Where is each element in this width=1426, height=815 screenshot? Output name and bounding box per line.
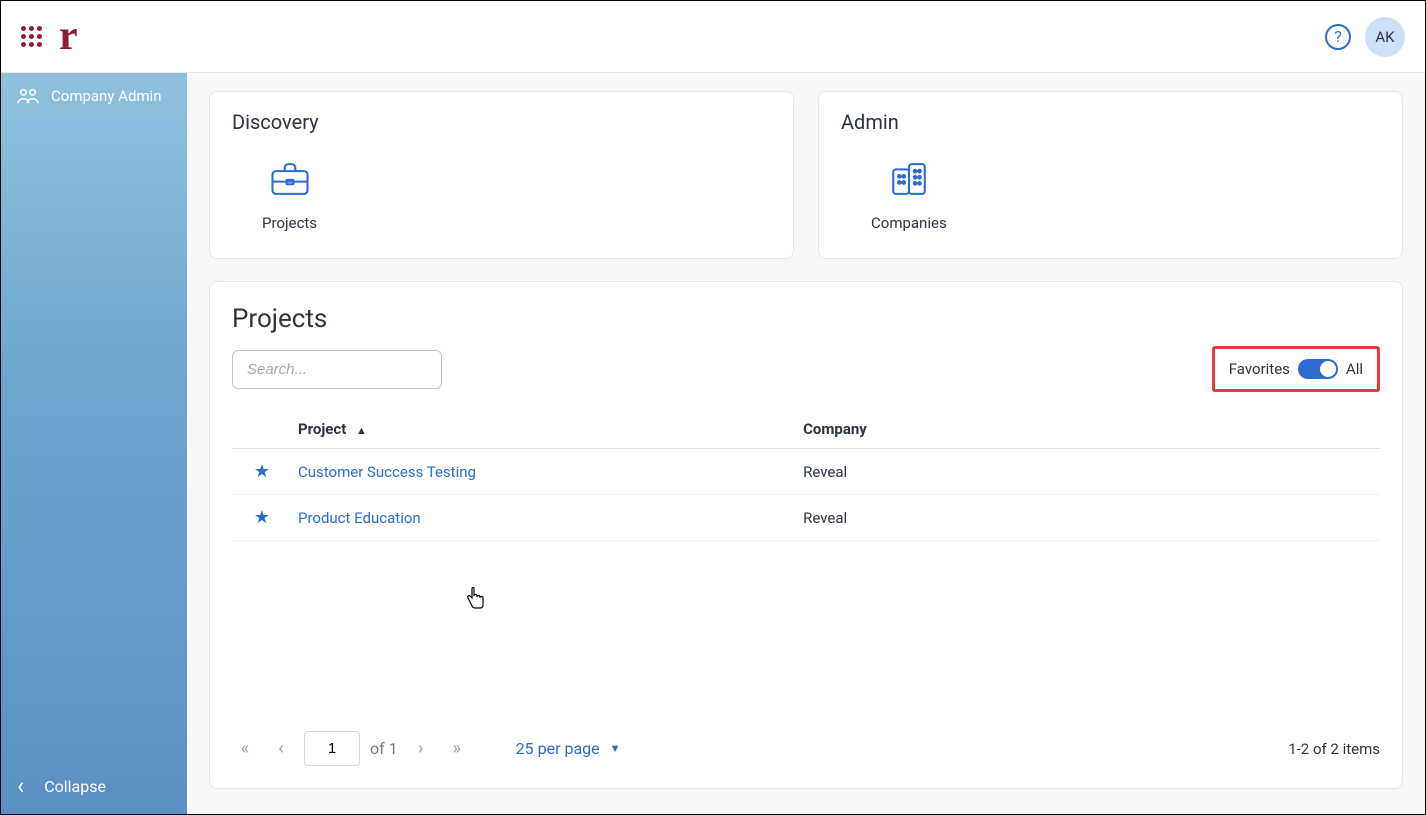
- favorites-all-toggle-highlight: Favorites All: [1212, 346, 1380, 392]
- main-content: Discovery Projects Admin: [187, 73, 1425, 814]
- admin-card: Admin: [818, 91, 1403, 259]
- projects-tile[interactable]: Projects: [246, 152, 333, 240]
- table-row: ★ Product Education Reveal: [232, 495, 1380, 541]
- discovery-card: Discovery Projects: [209, 91, 794, 259]
- projects-card: Projects Favorites All Project ▲: [209, 281, 1403, 789]
- favorites-label: Favorites: [1229, 360, 1290, 378]
- chevron-left-icon: ‹: [17, 774, 24, 798]
- per-page-dropdown[interactable]: 25 per page ▼: [516, 739, 621, 758]
- column-header-project[interactable]: Project ▲: [292, 410, 797, 449]
- items-count-label: 1-2 of 2 items: [1288, 740, 1380, 758]
- favorite-star-icon[interactable]: ★: [254, 507, 270, 528]
- column-header-company[interactable]: Company: [797, 410, 1380, 449]
- page-number-input[interactable]: [304, 731, 360, 766]
- buildings-icon: [888, 160, 930, 198]
- all-label: All: [1346, 360, 1363, 378]
- sort-ascending-icon: ▲: [356, 424, 367, 437]
- help-button[interactable]: ?: [1325, 24, 1351, 50]
- sidebar-item-label: Company Admin: [51, 87, 162, 105]
- cursor-hand-icon: [464, 586, 486, 616]
- companies-tile[interactable]: Companies: [855, 152, 963, 240]
- table-row: ★ Customer Success Testing Reveal: [232, 449, 1380, 495]
- app-launcher-icon[interactable]: [21, 26, 43, 48]
- people-icon: [17, 87, 39, 105]
- project-link[interactable]: Customer Success Testing: [298, 463, 476, 481]
- page-last-button[interactable]: »: [444, 738, 470, 759]
- page-first-button[interactable]: «: [232, 738, 258, 759]
- sidebar-item-company-admin[interactable]: Company Admin: [1, 73, 187, 119]
- company-cell: Reveal: [797, 449, 1380, 495]
- companies-tile-label: Companies: [871, 214, 947, 232]
- collapse-label: Collapse: [44, 777, 106, 796]
- briefcase-icon: [269, 160, 311, 198]
- projects-tile-label: Projects: [262, 214, 317, 232]
- brand-logo[interactable]: r: [59, 24, 78, 49]
- discovery-card-title: Discovery: [232, 110, 771, 134]
- sidebar-collapse-button[interactable]: ‹ Collapse: [1, 758, 187, 814]
- chevron-down-icon: ▼: [610, 742, 621, 755]
- pagination: « ‹ of 1 › » 25 per page ▼ 1-2 of 2 item…: [232, 711, 1380, 766]
- projects-title: Projects: [232, 304, 1380, 334]
- page-prev-button[interactable]: ‹: [268, 738, 294, 759]
- user-avatar[interactable]: AK: [1365, 17, 1405, 57]
- favorites-toggle[interactable]: [1298, 359, 1338, 379]
- favorite-star-icon[interactable]: ★: [254, 461, 270, 482]
- company-cell: Reveal: [797, 495, 1380, 541]
- top-bar: r ? AK: [1, 1, 1425, 73]
- sidebar: Company Admin ‹ Collapse: [1, 73, 187, 814]
- project-link[interactable]: Product Education: [298, 509, 421, 527]
- projects-table: Project ▲ Company ★ Customer Success Tes…: [232, 410, 1380, 541]
- page-of-label: of 1: [370, 739, 398, 758]
- admin-card-title: Admin: [841, 110, 1380, 134]
- page-next-button[interactable]: ›: [408, 738, 434, 759]
- search-input[interactable]: [232, 350, 442, 389]
